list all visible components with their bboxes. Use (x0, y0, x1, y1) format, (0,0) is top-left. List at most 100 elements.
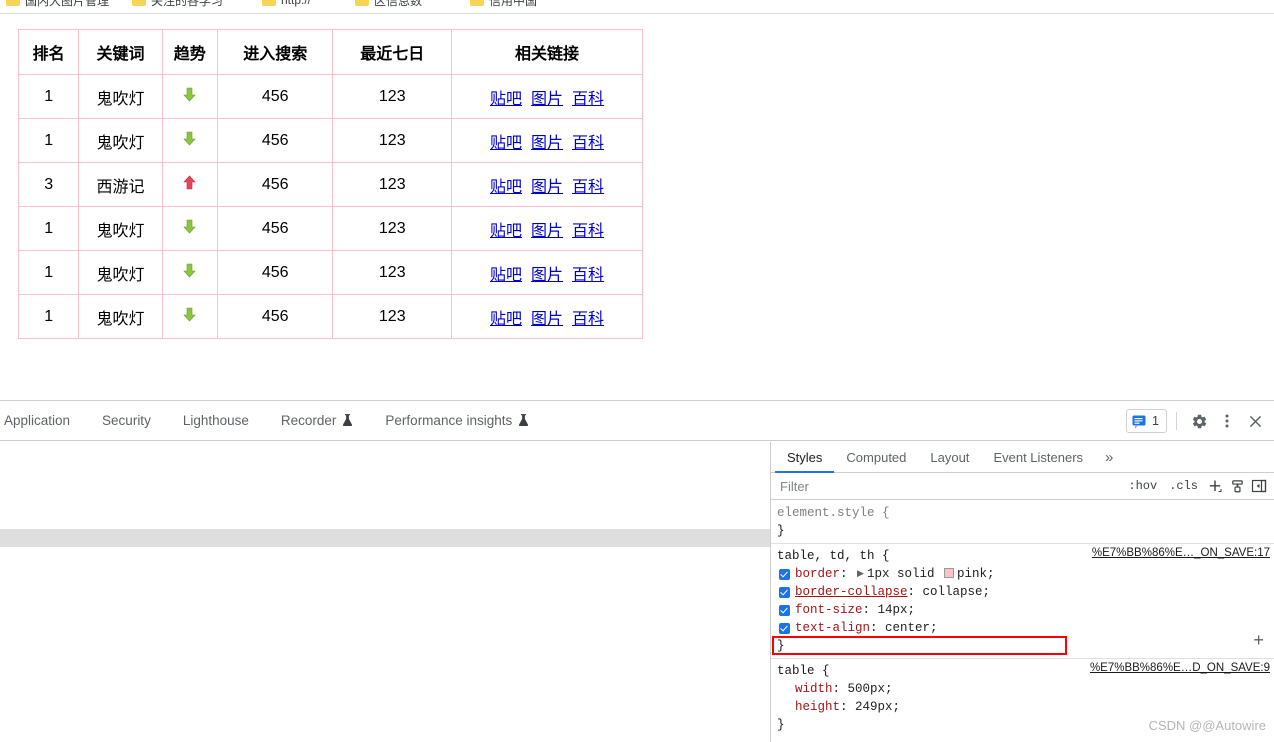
declaration-value[interactable]: collapse; (923, 583, 991, 601)
declaration-value[interactable]: 1px solid pink; (867, 565, 995, 583)
related-link-3[interactable]: 百科 (572, 173, 604, 197)
trend-down-icon (183, 307, 196, 322)
table-row: 3 西游记 456 123 贴吧 图片 百科 (17, 162, 643, 207)
browser-window: 国内大图片管理 关注的各学习 http:// 区信息数 信用中国 排名 关键词 … (0, 0, 1274, 742)
declaration-checkbox[interactable] (779, 622, 790, 634)
css-rule: element.style {} (771, 501, 1274, 543)
cell-rank: 1 (17, 74, 80, 119)
close-devtools-button[interactable] (1242, 408, 1268, 434)
related-link-2[interactable]: 图片 (531, 85, 563, 109)
styles-filter-bar: :hov .cls (771, 473, 1274, 500)
related-link-3[interactable]: 百科 (572, 217, 604, 241)
hover-state-button[interactable]: :hov (1122, 479, 1163, 493)
css-declaration[interactable]: border-collapse: collapse; (777, 583, 1274, 601)
css-source-link[interactable]: %E7%BB%86%E…D_ON_SAVE:9 (1090, 662, 1270, 674)
devtools-tab-lighthouse[interactable]: Lighthouse (167, 401, 265, 441)
css-selector[interactable]: table { (777, 662, 830, 680)
related-link-2[interactable]: 图片 (531, 261, 563, 285)
expand-triangle-icon[interactable]: ▶ (857, 565, 864, 583)
column-header-enter-search: 进入搜索 (216, 29, 334, 75)
declaration-property[interactable]: border-collapse (795, 583, 908, 601)
selected-dom-node-row[interactable] (0, 529, 770, 547)
color-swatch[interactable] (943, 568, 954, 578)
declaration-value[interactable]: center; (885, 619, 938, 637)
cell-trend (161, 118, 218, 163)
declaration-colon: : (862, 603, 878, 617)
css-rule-close-brace: } (777, 639, 785, 653)
css-selector[interactable]: element.style { (777, 504, 890, 522)
plus-icon (1209, 480, 1222, 492)
devtools-tab-performance-insights[interactable]: Performance insights (369, 401, 545, 441)
new-style-rule-button[interactable] (1204, 475, 1226, 497)
more-tabs-button[interactable]: » (1095, 449, 1123, 466)
styles-sidebar-tabbar: Styles Computed Layout Event Listeners » (771, 442, 1274, 473)
declaration-colon: : (870, 621, 886, 635)
declaration-colon: : (832, 682, 848, 696)
declaration-colon: : (840, 567, 856, 581)
add-declaration-button[interactable]: + (1253, 632, 1264, 652)
related-link-1[interactable]: 贴吧 (490, 261, 522, 285)
bookmark-label: 区信息数 (374, 0, 423, 8)
related-link-1[interactable]: 贴吧 (490, 129, 522, 153)
related-link-2[interactable]: 图片 (531, 217, 563, 241)
declaration-value[interactable]: 249px; (855, 698, 900, 716)
declaration-property[interactable]: text-align (795, 619, 870, 637)
css-declaration[interactable]: font-size: 14px; (777, 601, 1274, 619)
trend-down-icon (183, 131, 196, 146)
declaration-checkbox[interactable] (779, 586, 790, 598)
related-link-3[interactable]: 百科 (572, 85, 604, 109)
tab-event-listeners[interactable]: Event Listeners (981, 442, 1095, 472)
cell-last-seven-days: 123 (332, 250, 453, 295)
css-source-link[interactable]: %E7%BB%86%E…_ON_SAVE:17 (1092, 547, 1270, 559)
declaration-property[interactable]: font-size (795, 601, 863, 619)
related-link-2[interactable]: 图片 (531, 173, 563, 197)
related-link-2[interactable]: 图片 (531, 305, 563, 329)
tab-styles[interactable]: Styles (775, 442, 835, 473)
elements-tree-pane[interactable] (0, 442, 770, 742)
related-link-3[interactable]: 百科 (572, 261, 604, 285)
css-declaration[interactable]: text-align: center; (777, 619, 1274, 637)
bookmark-item[interactable]: http:// (262, 0, 311, 11)
more-options-button[interactable] (1214, 408, 1240, 434)
related-link-1[interactable]: 贴吧 (490, 85, 522, 109)
devtools-tab-security[interactable]: Security (86, 401, 167, 441)
css-selector[interactable]: table, td, th { (777, 547, 890, 565)
bookmark-item[interactable]: 国内大图片管理 (6, 0, 109, 11)
tab-layout[interactable]: Layout (918, 442, 981, 472)
tab-computed[interactable]: Computed (834, 442, 918, 472)
devtools-tab-recorder[interactable]: Recorder (265, 401, 370, 441)
folder-icon (6, 0, 20, 6)
cell-rank: 1 (17, 294, 80, 339)
sidebar-toggle-button[interactable] (1248, 475, 1270, 497)
cell-related-links: 贴吧 图片 百科 (451, 294, 643, 339)
declaration-value[interactable]: 500px; (848, 680, 893, 698)
folder-icon (355, 0, 369, 6)
declaration-value[interactable]: 14px; (878, 601, 916, 619)
filter-input[interactable] (777, 475, 1119, 497)
css-declaration[interactable]: width: 500px; (777, 680, 1274, 698)
bookmark-item[interactable]: 信用中国 (470, 0, 537, 11)
table-row: 1 鬼吹灯 456 123 贴吧 图片 百科 (17, 250, 643, 295)
bookmark-item[interactable]: 区信息数 (355, 0, 422, 11)
declaration-checkbox[interactable] (779, 568, 790, 580)
related-link-3[interactable]: 百科 (572, 129, 604, 153)
declaration-property[interactable]: height (795, 698, 840, 716)
close-icon (1249, 415, 1261, 427)
declaration-property[interactable]: border (795, 565, 840, 583)
css-declaration[interactable]: border: ▶ 1px solid pink; (777, 565, 1274, 583)
devtools-tab-application[interactable]: Application (0, 401, 86, 441)
declaration-property[interactable]: width (795, 680, 833, 698)
related-link-2[interactable]: 图片 (531, 129, 563, 153)
style-sheet-button[interactable] (1226, 475, 1248, 497)
css-declaration[interactable]: height: 249px; (777, 698, 1274, 716)
related-link-1[interactable]: 贴吧 (490, 217, 522, 241)
settings-button[interactable] (1186, 408, 1212, 434)
toolbar-divider (1176, 412, 1177, 430)
related-link-1[interactable]: 贴吧 (490, 305, 522, 329)
related-link-1[interactable]: 贴吧 (490, 173, 522, 197)
element-classes-button[interactable]: .cls (1163, 479, 1204, 493)
bookmark-item[interactable]: 关注的各学习 (132, 0, 223, 11)
declaration-checkbox[interactable] (779, 604, 790, 616)
message-count-button[interactable]: 1 (1126, 409, 1167, 433)
related-link-3[interactable]: 百科 (572, 305, 604, 329)
